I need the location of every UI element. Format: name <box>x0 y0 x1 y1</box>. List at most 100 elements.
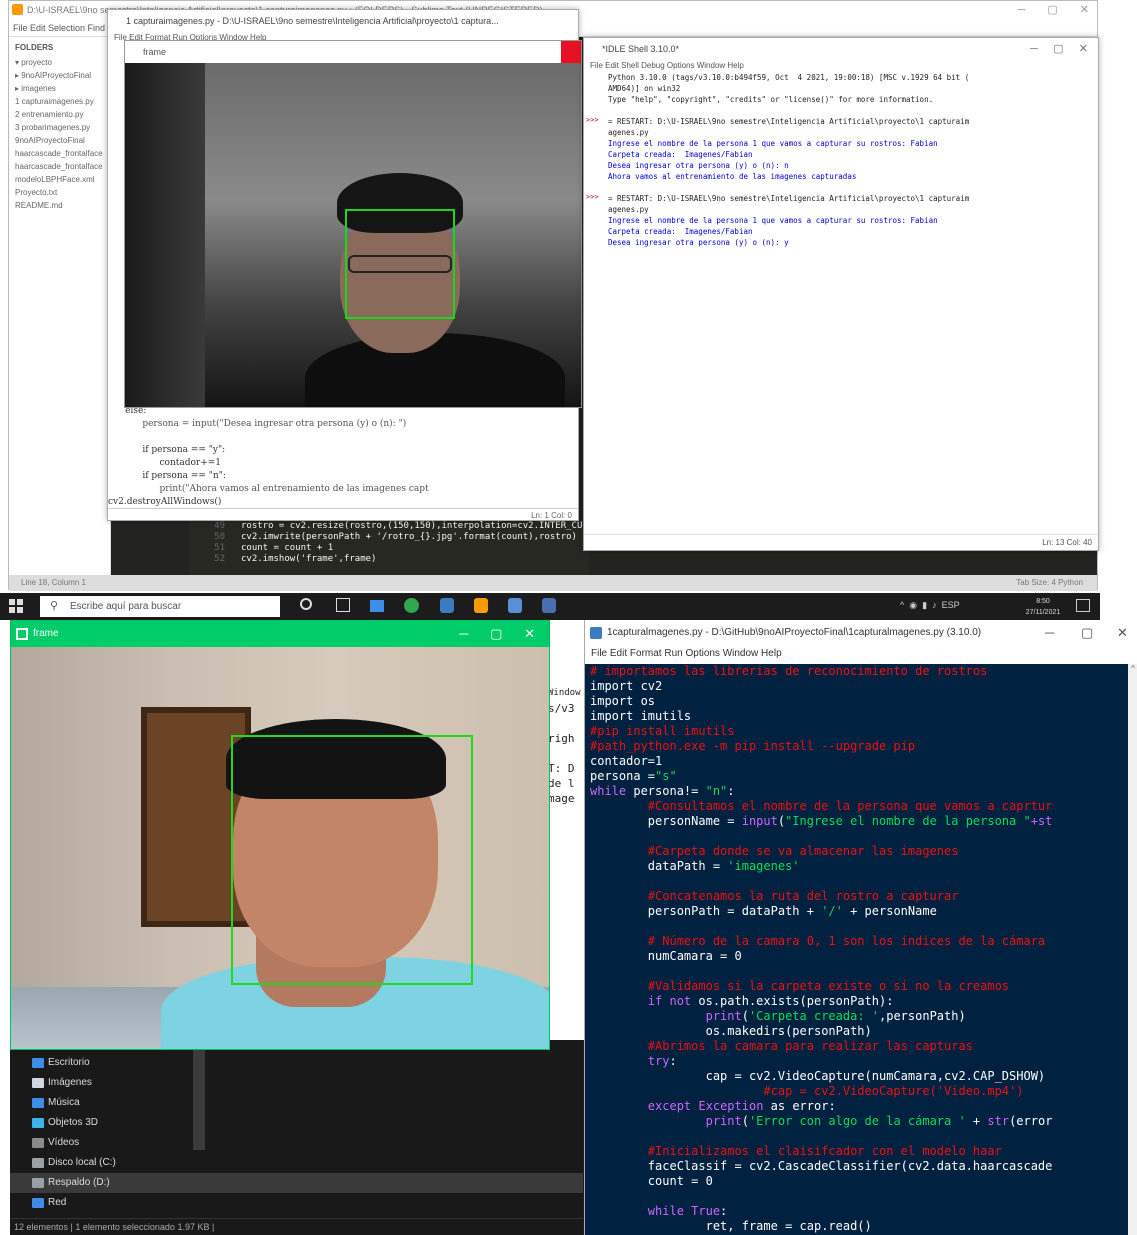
line-text: cv2.imwrite(personPath + '/rotro_{}.jpg'… <box>241 532 577 542</box>
tree-item[interactable]: 2 entrenamiento.py <box>15 108 104 121</box>
system-tray[interactable]: ^ ◉ ▮ ♪ ESP <box>900 600 960 611</box>
tree-item[interactable]: haarcascade_frontalface <box>15 147 104 160</box>
frame-large-window-controls[interactable]: ─ ▢ ✕ <box>459 621 535 647</box>
explorer-item[interactable]: Escritorio <box>10 1053 583 1073</box>
file-explorer-icon[interactable] <box>370 600 384 612</box>
sublime-status-right: Tab Size: 4 Python <box>1016 578 1083 587</box>
tree-item[interactable]: ▸ imagenes <box>15 82 104 95</box>
code-line: print('Carpeta creada: ',personPath) <box>585 1009 1128 1024</box>
idle-editor-large-menu[interactable]: File Edit Format Run Options Window Help <box>585 646 1137 662</box>
idle-taskbar-icon[interactable] <box>508 598 522 613</box>
explorer-item-label: Vídeos <box>48 1137 80 1148</box>
idle-editor-small-code[interactable]: else: persona = input("Desea ingresar ot… <box>108 405 578 507</box>
code-line: while True: <box>585 1204 1128 1219</box>
frame-window-small: frame <box>124 40 582 408</box>
code-line: # importamos las librerias de reconocimi… <box>585 664 1128 679</box>
tray-chevron-icon: ^ <box>900 600 905 610</box>
code-line: 50 cv2.imwrite(personPath + '/rotro_{}.jp… <box>189 532 589 543</box>
idle-shell-output[interactable]: Python 3.10.0 (tags/v3.10.0:b494f59, Oct… <box>584 72 1098 532</box>
code-token: faceClassif = cv2.CascadeClassifier(cv2.… <box>590 1159 1053 1173</box>
maximize-icon[interactable]: ▢ <box>1081 620 1093 646</box>
explorer-item[interactable]: Disco local (C:) <box>10 1153 583 1173</box>
shell-peek-line: de l <box>548 777 575 790</box>
tree-item[interactable]: 3 probarimagenes.py <box>15 121 104 134</box>
sublime-taskbar-icon[interactable] <box>474 598 488 613</box>
close-icon[interactable]: ✕ <box>1080 4 1089 16</box>
code-token: personPath = dataPath + <box>590 904 822 918</box>
code-token: # importamos las librerias de reconocimi… <box>590 664 988 678</box>
code-line: persona = input("Desea ingresar otra per… <box>108 419 407 429</box>
explorer-scrollbar[interactable] <box>193 1040 205 1150</box>
python-icon[interactable] <box>440 598 454 613</box>
folder-icon <box>32 1118 44 1128</box>
tree-item[interactable]: haarcascade_frontalface <box>15 160 104 173</box>
task-view-icon[interactable] <box>336 598 350 612</box>
tree-item[interactable]: Proyecto.txt <box>15 186 104 199</box>
tray-network-icon: ▮ <box>922 600 928 610</box>
desktop-screenshot: D:\U-ISRAEL\9no semestre\Inteligencia Ar… <box>0 0 1137 1235</box>
folder-icon <box>32 1078 44 1088</box>
explorer-item[interactable]: Música <box>10 1093 583 1113</box>
code-token: #Validamos si la carpeta existe o si no … <box>590 979 1010 993</box>
tree-item[interactable]: 1 capturaimagenes.py <box>15 95 104 108</box>
code-token: # Número de la camara 0, 1 son los indic… <box>590 934 1046 948</box>
code-token: #Abrimos la camara para realizar las cap… <box>590 1039 973 1053</box>
sublime-status-left: Line 18, Column 1 <box>21 578 86 587</box>
code-token: #pip install imutils <box>590 724 735 738</box>
notifications-icon[interactable] <box>1076 599 1090 612</box>
frame-small-close-icon[interactable] <box>561 41 581 63</box>
explorer-item[interactable]: Imágenes <box>10 1073 583 1093</box>
folder-icon <box>32 1158 44 1168</box>
shell-line: Ingrese el nombre de la persona 1 que va… <box>608 139 938 148</box>
code-token: #path_python.exe -m pip install --upgrad… <box>590 739 916 753</box>
code-token: ,personPath) <box>879 1009 966 1023</box>
explorer-item[interactable]: Respaldo (D:) <box>10 1173 583 1193</box>
code-token: import cv2 <box>590 679 663 693</box>
code-line: print('Error con algo de la cámara ' + s… <box>585 1114 1128 1129</box>
minimize-icon[interactable]: ─ <box>1045 620 1054 646</box>
frame-app-icon <box>16 628 28 640</box>
code-token: os.makedirs(personPath) <box>590 1024 872 1038</box>
code-token: personName = <box>590 814 742 828</box>
tree-item[interactable]: README.md <box>15 199 104 212</box>
idle-shell-taskbar-icon[interactable] <box>542 598 556 613</box>
explorer-item[interactable]: Objetos 3D <box>10 1113 583 1133</box>
tray-language[interactable]: ESP <box>942 600 960 610</box>
shell-line: AMD64)] on win32 <box>608 84 681 93</box>
code-line: contador=1 <box>585 754 1128 769</box>
code-token: 'imagenes' <box>727 859 800 873</box>
explorer-item[interactable]: Red <box>10 1193 583 1213</box>
taskbar-search-box[interactable]: ⚲ Escribe aquí para buscar <box>40 596 280 617</box>
idle-shell-title: *IDLE Shell 3.10.0* <box>602 44 680 54</box>
tree-item[interactable]: ▸ 9noAIProyectoFinal <box>15 69 104 82</box>
code-token: dataPath = <box>590 859 728 873</box>
idle-shell-status: Ln: 13 Col: 40 <box>584 534 1098 550</box>
tree-item[interactable]: modeloLBPHFace.xml <box>15 173 104 186</box>
tree-item[interactable]: ▾ proyecto <box>15 56 104 69</box>
maximize-icon[interactable]: ▢ <box>1047 4 1057 16</box>
cortana-icon[interactable] <box>300 598 312 610</box>
shell-line: agenes.py <box>608 128 649 137</box>
minimize-icon[interactable]: ─ <box>1018 4 1026 16</box>
code-line: personPath = dataPath + '/' + personName <box>585 904 1128 919</box>
idle-editor-large-code[interactable]: # importamos las librerias de reconocimi… <box>585 664 1128 1235</box>
windows-start-icon[interactable] <box>8 598 24 614</box>
sublime-code-area[interactable]: 49 rostro = cv2.resize(rostro,(150,150),i… <box>189 521 604 575</box>
code-token: #Concatenamos la ruta del rostro a captu… <box>590 889 959 903</box>
idle-shell-window-controls[interactable]: ─ ▢ ✕ <box>1030 38 1088 60</box>
code-line: persona ="s" <box>585 769 1128 784</box>
shell-line: agenes.py <box>608 205 649 214</box>
idle-shell-menu[interactable]: File Edit Shell Debug Options Window Hel… <box>584 60 1098 72</box>
webcam-feed-small <box>125 63 581 407</box>
shell-line: Carpeta creada: Imagenes/Fabian <box>608 150 753 159</box>
taskbar-clock[interactable]: 8:50 27/11/2021 <box>1018 594 1068 619</box>
idle-editor-large-scrollbar[interactable]: ^ <box>1128 664 1137 1235</box>
chrome-icon[interactable] <box>404 598 419 613</box>
code-token: : <box>669 1054 677 1068</box>
tree-item[interactable]: 9noAIProyectoFinal <box>15 134 104 147</box>
close-icon[interactable]: ✕ <box>1117 620 1128 646</box>
explorer-item[interactable]: Vídeos <box>10 1133 583 1153</box>
